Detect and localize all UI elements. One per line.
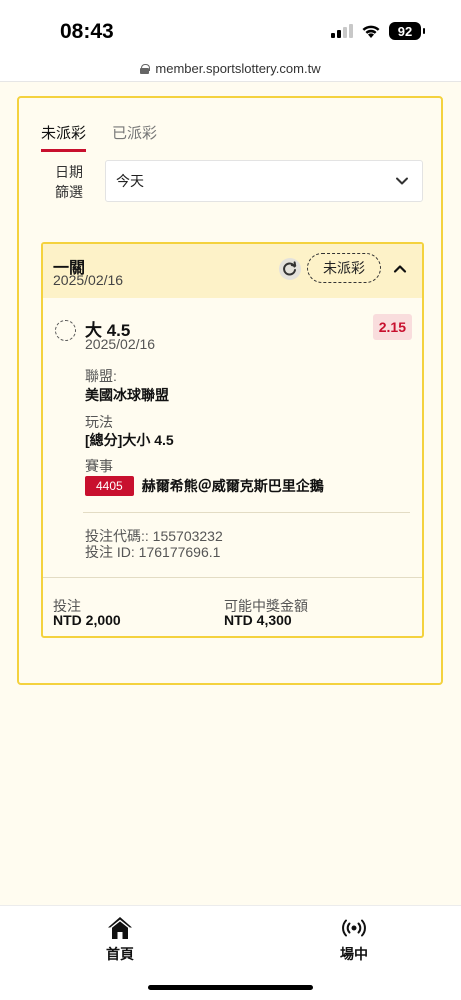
battery-icon: 92 xyxy=(389,22,425,40)
bet-date: 2025/02/16 xyxy=(53,272,124,288)
status-bar: 08:43 92 xyxy=(0,0,461,56)
payout-tabs: 未派彩 已派彩 xyxy=(41,122,157,152)
bet-records-panel: 未派彩 已派彩 日期 篩選 今天 一關 2025/02/16 未派彩 大 4.5 xyxy=(17,96,443,685)
odds-badge: 2.15 xyxy=(372,314,412,340)
home-icon xyxy=(108,917,132,939)
live-broadcast-icon xyxy=(342,919,366,937)
divider xyxy=(83,512,410,513)
cellular-signal-icon xyxy=(331,24,353,38)
payout-value: NTD 4,300 xyxy=(224,612,292,628)
status-indicators: 92 xyxy=(331,22,425,40)
event-row: 4405 赫爾希熊＠威爾克斯巴里企鵝 xyxy=(85,476,324,496)
league-label: 聯盟: xyxy=(85,368,117,384)
event-code-badge: 4405 xyxy=(85,476,134,496)
nav-home-label: 首頁 xyxy=(106,946,134,962)
lock-icon xyxy=(140,63,151,74)
play-type-label: 玩法 xyxy=(85,414,113,430)
nav-live-label: 場中 xyxy=(340,946,368,962)
stake-value: NTD 2,000 xyxy=(53,612,121,628)
league-value: 美國冰球聯盟 xyxy=(85,387,169,403)
divider xyxy=(43,577,422,578)
selection-status-icon xyxy=(55,320,76,341)
browser-url-bar[interactable]: member.sportslottery.com.tw xyxy=(0,56,461,82)
tab-unsettled[interactable]: 未派彩 xyxy=(41,122,87,152)
bet-card-header[interactable]: 一關 2025/02/16 未派彩 xyxy=(43,244,422,298)
chevron-up-icon[interactable] xyxy=(391,260,409,278)
bet-id: 投注 ID: 176177696.1 xyxy=(85,544,221,560)
home-indicator xyxy=(148,985,313,990)
chevron-down-icon xyxy=(396,177,408,185)
nav-home[interactable]: 首頁 xyxy=(90,916,150,964)
status-time: 08:43 xyxy=(60,20,114,43)
date-filter-label-line1: 日期 xyxy=(55,164,83,180)
settlement-status-badge: 未派彩 xyxy=(307,253,381,283)
play-type-value: [總分]大小 4.5 xyxy=(85,432,174,448)
wifi-icon xyxy=(362,25,380,38)
date-filter-select[interactable]: 今天 xyxy=(105,160,423,202)
url-text: member.sportslottery.com.tw xyxy=(155,61,321,76)
bet-card: 一關 2025/02/16 未派彩 大 4.5 2025/02/16 2.15 … xyxy=(41,242,424,638)
tab-settled[interactable]: 已派彩 xyxy=(112,122,157,152)
nav-live[interactable]: 場中 xyxy=(324,916,384,964)
date-filter-label-line2: 篩選 xyxy=(55,184,83,200)
event-name: 赫爾希熊＠威爾克斯巴里企鵝 xyxy=(141,478,324,494)
selection-date: 2025/02/16 xyxy=(85,336,156,352)
date-filter-value: 今天 xyxy=(116,173,144,189)
event-label: 賽事 xyxy=(85,458,113,474)
refresh-icon[interactable] xyxy=(279,258,301,280)
date-filter-label: 日期 篩選 xyxy=(49,162,89,202)
